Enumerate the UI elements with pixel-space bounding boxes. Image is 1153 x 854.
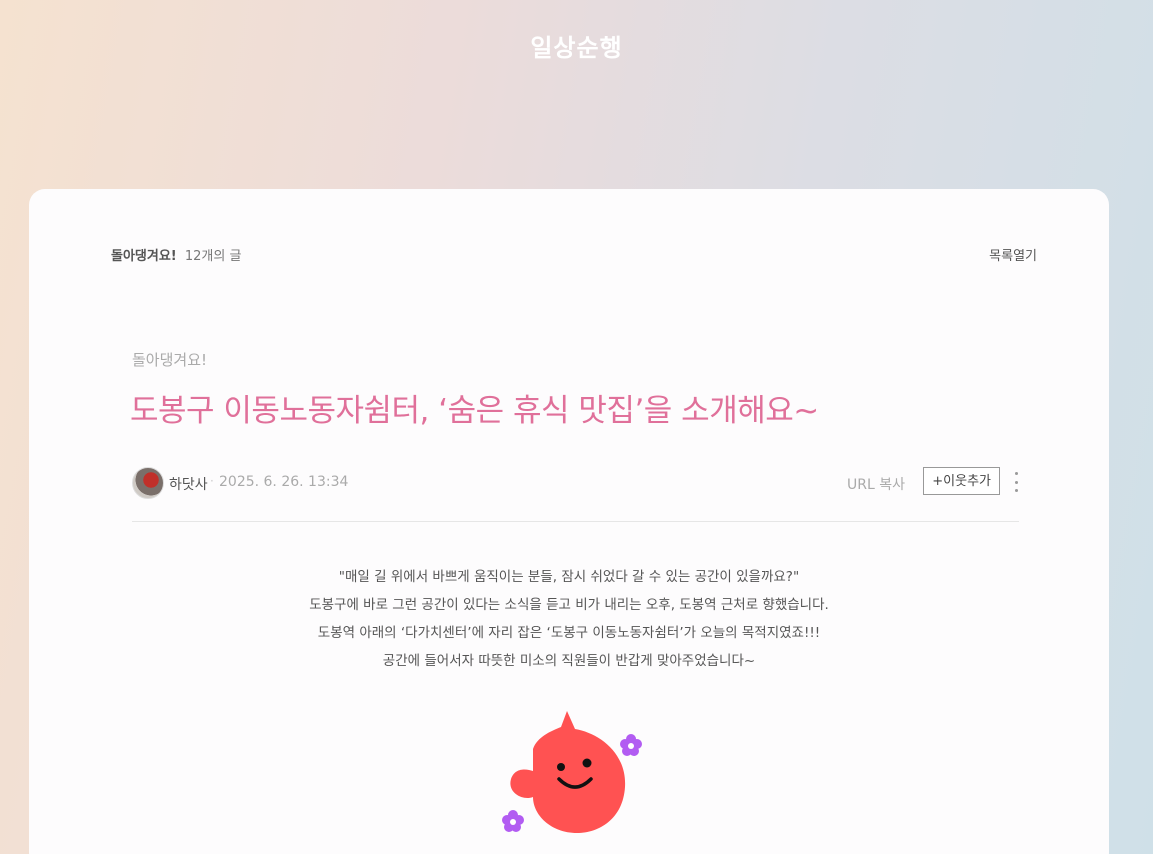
post-card: 돌아댕겨요! 12개의 글 목록열기 돌아댕겨요! 도봉구 이동노동자쉼터, ‘…	[29, 189, 1109, 854]
post-body: "매일 길 위에서 바쁘게 움직이는 분들, 잠시 쉬었다 갈 수 있는 공간이…	[29, 563, 1109, 675]
post-meta: 하닷사 · 2025. 6. 26. 13:34 URL 복사 +이웃추가	[132, 467, 1019, 522]
post-date: 2025. 6. 26. 13:34	[219, 474, 349, 490]
post-category[interactable]: 돌아댕겨요!	[132, 349, 207, 370]
body-line: 공간에 들어서자 따뜻한 미소의 직원들이 반갑게 맞아주었습니다~	[382, 653, 756, 669]
body-line: 도봉역 아래의 ‘다가치센터’에 자리 잡은 ‘도봉구 이동노동자쉼터’가 오늘…	[317, 625, 821, 641]
author-name[interactable]: 하닷사	[169, 474, 208, 494]
author-avatar[interactable]	[132, 467, 164, 499]
post-count: 12개의 글	[184, 249, 242, 264]
blog-title[interactable]: 일상순행	[0, 28, 1153, 63]
body-line: 도봉구에 바로 그런 공간이 있다는 소식을 듣고 비가 내리는 오후, 도봉역…	[309, 597, 829, 613]
category-list-header: 돌아댕겨요! 12개의 글	[111, 245, 241, 264]
open-list-button[interactable]: 목록열기	[989, 245, 1037, 264]
category-name[interactable]: 돌아댕겨요!	[111, 249, 177, 264]
post-title: 도봉구 이동노동자쉼터, ‘숨은 휴식 맛집’을 소개해요~	[130, 393, 819, 429]
body-line: "매일 길 위에서 바쁘게 움직이는 분들, 잠시 쉬었다 갈 수 있는 공간이…	[338, 569, 800, 585]
character-sticker	[502, 711, 642, 833]
url-copy-button[interactable]: URL 복사	[847, 474, 905, 494]
meta-separator: ·	[210, 474, 214, 488]
add-neighbor-button[interactable]: +이웃추가	[923, 467, 1000, 495]
more-vertical-icon[interactable]	[1013, 472, 1019, 492]
